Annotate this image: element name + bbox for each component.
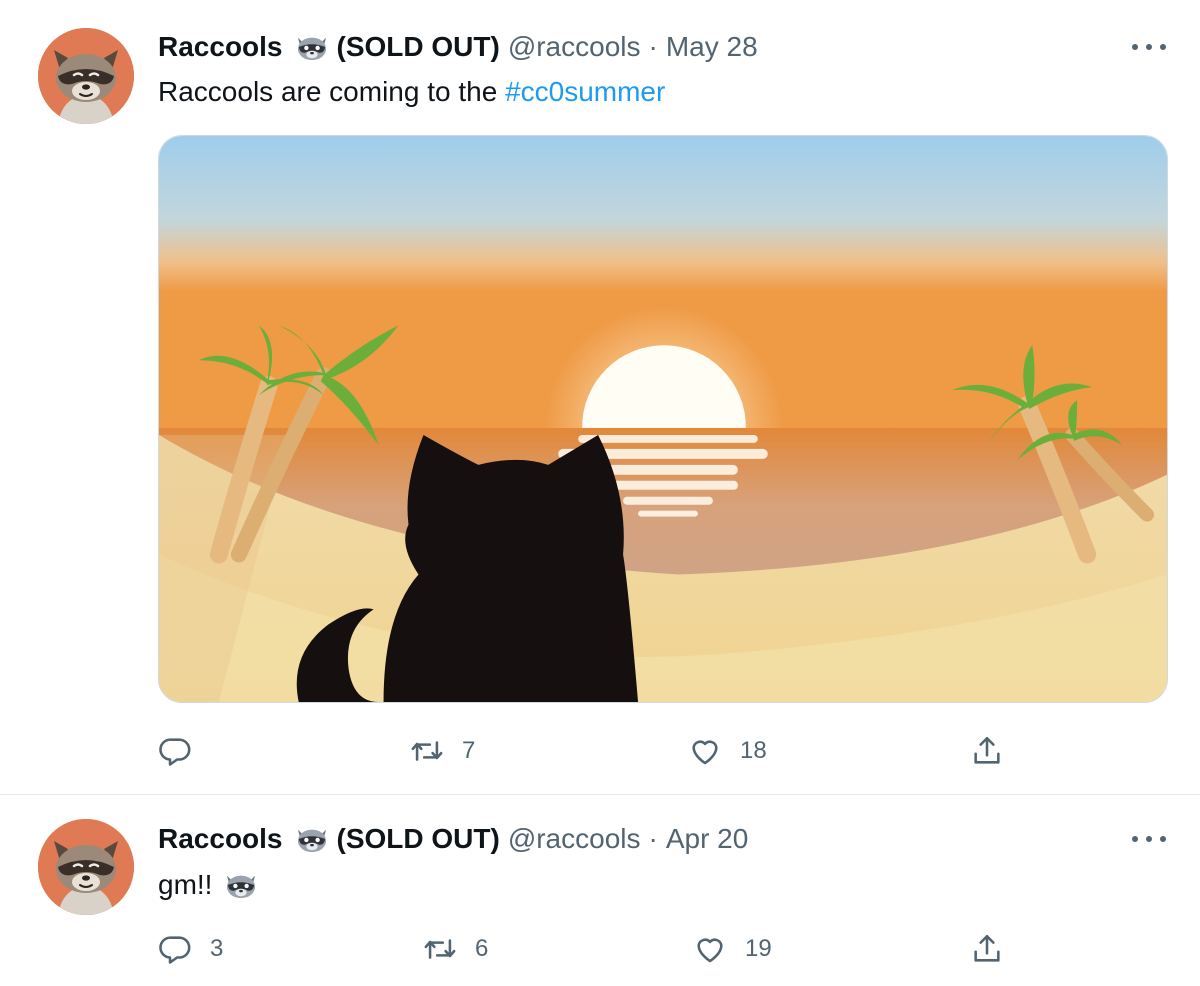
tweet[interactable]: Raccools (SOLD OUT) @raccools · Apr 20 g… <box>0 795 1200 986</box>
separator-dot: · <box>648 31 658 62</box>
tweet-text-body: Raccools are coming to the <box>158 76 506 107</box>
reply-button[interactable]: 3 <box>158 929 223 969</box>
reply-count: 3 <box>210 935 224 962</box>
display-name-badge[interactable]: (SOLD OUT) <box>337 31 500 63</box>
share-button[interactable] <box>970 929 1004 969</box>
retweet-button[interactable]: 7 <box>410 731 475 771</box>
tweet-actions: 3 6 19 <box>158 929 1018 969</box>
avatar[interactable] <box>38 28 134 124</box>
raccoon-emoji <box>222 870 260 900</box>
share-icon <box>970 932 1004 966</box>
heart-icon <box>688 734 722 768</box>
like-count: 18 <box>740 737 767 764</box>
tweet-text: gm!! <box>158 865 266 905</box>
tweet-text: Raccools are coming to the #cc0summer <box>158 72 665 112</box>
like-button[interactable]: 18 <box>688 731 767 771</box>
share-button[interactable] <box>970 731 1004 771</box>
retweet-icon <box>410 734 444 768</box>
display-name-badge[interactable]: (SOLD OUT) <box>337 823 500 855</box>
raccoon-emoji <box>293 824 331 854</box>
tweet-header: Raccools (SOLD OUT) @raccools · Apr 20 <box>158 819 748 859</box>
retweet-button[interactable]: 6 <box>423 929 488 969</box>
share-icon <box>970 734 1004 768</box>
avatar[interactable] <box>38 819 134 915</box>
tweet-text-body: gm!! <box>158 869 213 900</box>
user-handle[interactable]: @raccools <box>508 823 641 855</box>
tweet-date[interactable]: May 28 <box>666 31 758 63</box>
tweet-header: Raccools (SOLD OUT) @raccools · May 28 <box>158 27 758 67</box>
tweet-media-image[interactable] <box>158 135 1168 703</box>
more-icon[interactable] <box>1132 829 1166 849</box>
reply-icon <box>158 734 192 768</box>
tweet-actions: 7 18 <box>158 731 1018 771</box>
reply-icon <box>158 932 192 966</box>
separator-dot: · <box>648 823 658 854</box>
like-button[interactable]: 19 <box>693 929 772 969</box>
hashtag-link[interactable]: #cc0summer <box>505 76 665 108</box>
heart-icon <box>693 932 727 966</box>
tweet-date[interactable]: Apr 20 <box>666 823 749 855</box>
display-name[interactable]: Raccools <box>158 823 283 855</box>
more-icon[interactable] <box>1132 37 1166 57</box>
retweet-icon <box>423 932 457 966</box>
tweet[interactable]: Raccools (SOLD OUT) @raccools · May 28 R… <box>0 0 1200 795</box>
display-name[interactable]: Raccools <box>158 31 283 63</box>
retweet-count: 7 <box>462 737 476 764</box>
user-handle[interactable]: @raccools <box>508 31 641 63</box>
reply-button[interactable] <box>158 731 210 771</box>
like-count: 19 <box>745 935 772 962</box>
raccoon-emoji <box>293 32 331 62</box>
retweet-count: 6 <box>475 935 489 962</box>
